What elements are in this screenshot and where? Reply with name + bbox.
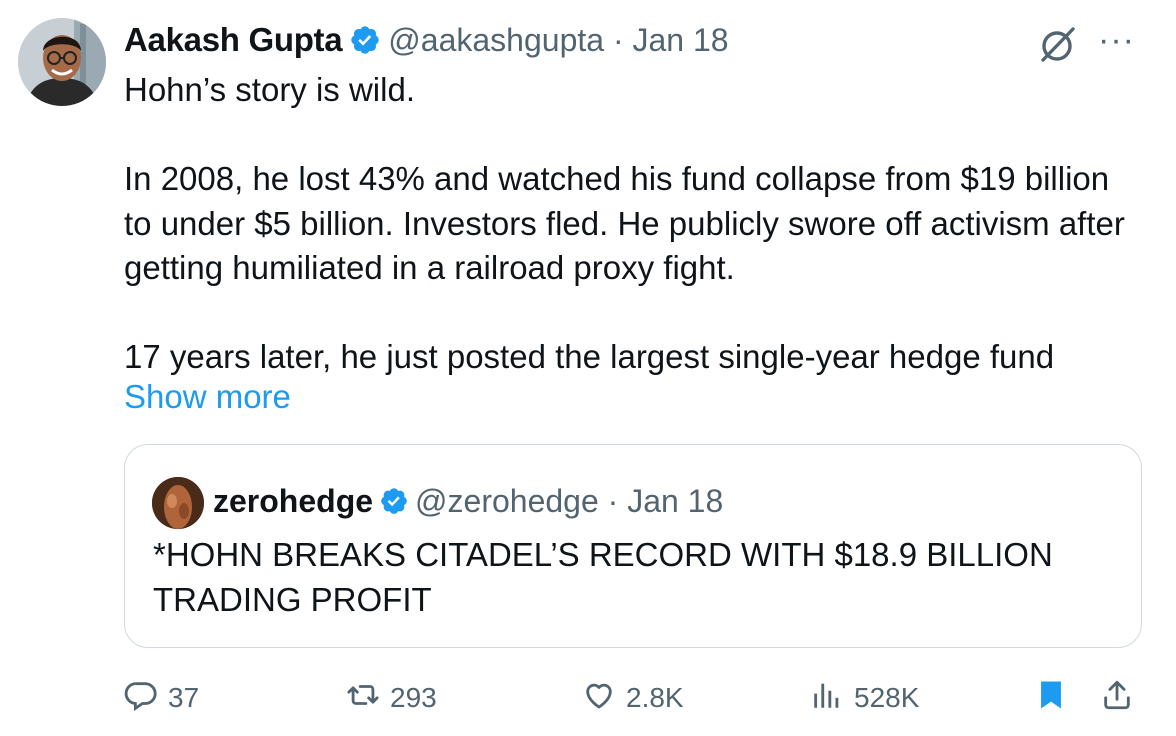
author-avatar[interactable] (18, 18, 106, 106)
heart-icon (582, 678, 616, 719)
views-button[interactable]: 528K (810, 672, 919, 724)
author-name[interactable]: Aakash Gupta (124, 21, 343, 59)
author-handle-date[interactable]: @aakashgupta · Jan 18 (388, 22, 728, 59)
reply-count: 37 (168, 682, 200, 713)
tweet-header: Aakash Gupta @aakashgupta · Jan 18 (124, 18, 729, 62)
reply-icon (124, 678, 158, 719)
action-bar: 37 293 2.8K 528K (124, 672, 1144, 724)
verified-badge-icon (379, 486, 409, 516)
share-button[interactable] (1100, 672, 1134, 724)
show-more-link[interactable]: Show more (124, 375, 291, 419)
verified-badge-icon (349, 24, 381, 56)
share-icon (1100, 678, 1134, 719)
grok-icon[interactable] (1036, 24, 1078, 66)
like-button[interactable]: 2.8K (582, 672, 684, 724)
quoted-tweet-header: zerohedge @zerohedge · Jan 18 (213, 479, 723, 523)
reply-button[interactable]: 37 (124, 672, 199, 724)
repost-button[interactable]: 293 (346, 672, 437, 724)
quoted-author-handle-date[interactable]: @zerohedge · Jan 18 (415, 483, 723, 520)
tweet[interactable]: Aakash Gupta @aakashgupta · Jan 18 ··· H… (0, 0, 1176, 736)
quoted-author-name[interactable]: zerohedge (213, 483, 373, 520)
quoted-tweet-text: *HOHN BREAKS CITADEL’S RECORD WITH $18.9… (153, 536, 1053, 618)
repost-icon (346, 678, 380, 719)
more-icon[interactable]: ··· (1098, 20, 1135, 60)
quoted-tweet[interactable]: zerohedge @zerohedge · Jan 18 *HOHN BREA… (124, 444, 1142, 648)
like-count: 2.8K (626, 682, 684, 713)
repost-count: 293 (390, 682, 437, 713)
views-count: 528K (854, 682, 920, 713)
bookmark-button[interactable] (1034, 672, 1068, 724)
quoted-author-avatar[interactable] (152, 477, 204, 529)
tweet-text: Hohn’s story is wild. In 2008, he lost 4… (124, 71, 1125, 375)
views-icon (810, 678, 844, 719)
bookmark-icon (1034, 678, 1068, 719)
